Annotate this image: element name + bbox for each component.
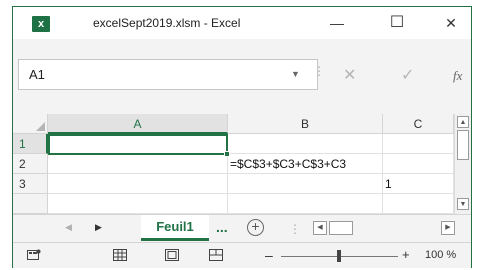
previous-sheet-icon[interactable]: ◀ xyxy=(65,222,72,233)
vertical-scroll-thumb[interactable] xyxy=(457,130,469,160)
cell-a2[interactable] xyxy=(48,154,228,174)
scroll-down-icon[interactable]: ▼ xyxy=(457,198,469,210)
page-layout-icon[interactable] xyxy=(165,249,179,264)
row-header-1[interactable]: 1 xyxy=(13,134,48,154)
horizontal-scroll-thumb[interactable] xyxy=(329,221,353,235)
sheet-tab-feuil1[interactable]: Feuil1 xyxy=(141,215,209,241)
sheet-tab-bar: ◀ ▶ Feuil1 ... + ⋮ ◀ ▶ xyxy=(13,214,471,242)
zoom-out-button[interactable]: – xyxy=(265,247,273,263)
active-cell-border xyxy=(48,134,228,155)
zoom-level[interactable]: 100 % xyxy=(425,249,456,261)
cell-a3[interactable] xyxy=(48,174,228,194)
insert-function-button[interactable]: fx xyxy=(453,68,462,84)
row-header-3[interactable]: 3 xyxy=(13,174,48,194)
cell-c1[interactable] xyxy=(383,134,454,154)
scroll-left-icon[interactable]: ◀ xyxy=(313,221,327,235)
status-bar: – + 100 % xyxy=(13,242,471,268)
cell-b2[interactable]: =$C$3+$C3+C$3+C3 xyxy=(228,154,383,174)
cell-b4[interactable] xyxy=(228,194,383,214)
minimize-button[interactable]: — xyxy=(323,11,351,35)
close-button[interactable]: ✕ xyxy=(437,11,465,35)
select-all-button[interactable] xyxy=(13,114,48,134)
name-box-value: A1 xyxy=(29,67,45,82)
horizontal-scrollbar[interactable]: ◀ ▶ xyxy=(313,221,455,235)
more-sheets-button[interactable]: ... xyxy=(216,219,228,235)
zoom-slider-thumb[interactable] xyxy=(337,250,341,262)
chevron-down-icon[interactable]: ▼ xyxy=(291,69,300,79)
page-break-icon[interactable] xyxy=(209,249,223,264)
row-header-2[interactable]: 2 xyxy=(13,154,48,174)
window-title: excelSept2019.xlsm - Excel xyxy=(93,16,241,30)
name-box[interactable]: A1 ▼ xyxy=(18,59,318,90)
scroll-right-icon[interactable]: ▶ xyxy=(441,221,455,235)
enter-entry-icon[interactable]: ✓ xyxy=(401,65,414,85)
maximize-button[interactable]: ☐ xyxy=(383,11,411,35)
vertical-scrollbar[interactable]: ▲ ▼ xyxy=(454,114,471,214)
row-header-4[interactable] xyxy=(13,194,48,214)
column-header-a[interactable]: A xyxy=(48,114,228,134)
column-header-c[interactable]: C xyxy=(383,114,454,134)
tab-split-handle[interactable]: ⋮ xyxy=(289,222,301,236)
excel-window: x excelSept2019.xlsm - Excel — ☐ ✕ A1 ▼ … xyxy=(12,6,472,268)
formula-bar: A1 ▼ ⋮ ✕ ✓ fx xyxy=(13,39,471,114)
excel-icon[interactable]: x xyxy=(32,16,50,32)
next-sheet-icon[interactable]: ▶ xyxy=(95,222,102,233)
cell-c4[interactable] xyxy=(383,194,454,214)
worksheet-grid: A B C 1 2 3 =$C$3+$C3+C$3+C3 1 ▲ ▼ xyxy=(13,114,471,214)
title-bar: x excelSept2019.xlsm - Excel — ☐ ✕ xyxy=(13,7,471,39)
cell-a4[interactable] xyxy=(48,194,228,214)
macro-recording-icon[interactable] xyxy=(27,249,41,264)
cell-b1[interactable] xyxy=(228,134,383,154)
cancel-entry-icon[interactable]: ✕ xyxy=(343,65,356,85)
formula-bar-separator[interactable]: ⋮ xyxy=(313,65,325,77)
cell-c2[interactable] xyxy=(383,154,454,174)
column-header-b[interactable]: B xyxy=(228,114,383,134)
fill-handle[interactable] xyxy=(224,151,230,157)
grid-view-icon[interactable] xyxy=(113,249,127,264)
scroll-up-icon[interactable]: ▲ xyxy=(457,116,469,128)
zoom-in-button[interactable]: + xyxy=(402,247,410,262)
cell-c3[interactable]: 1 xyxy=(383,174,454,194)
new-sheet-button[interactable]: + xyxy=(247,219,264,236)
cell-b3[interactable] xyxy=(228,174,383,194)
